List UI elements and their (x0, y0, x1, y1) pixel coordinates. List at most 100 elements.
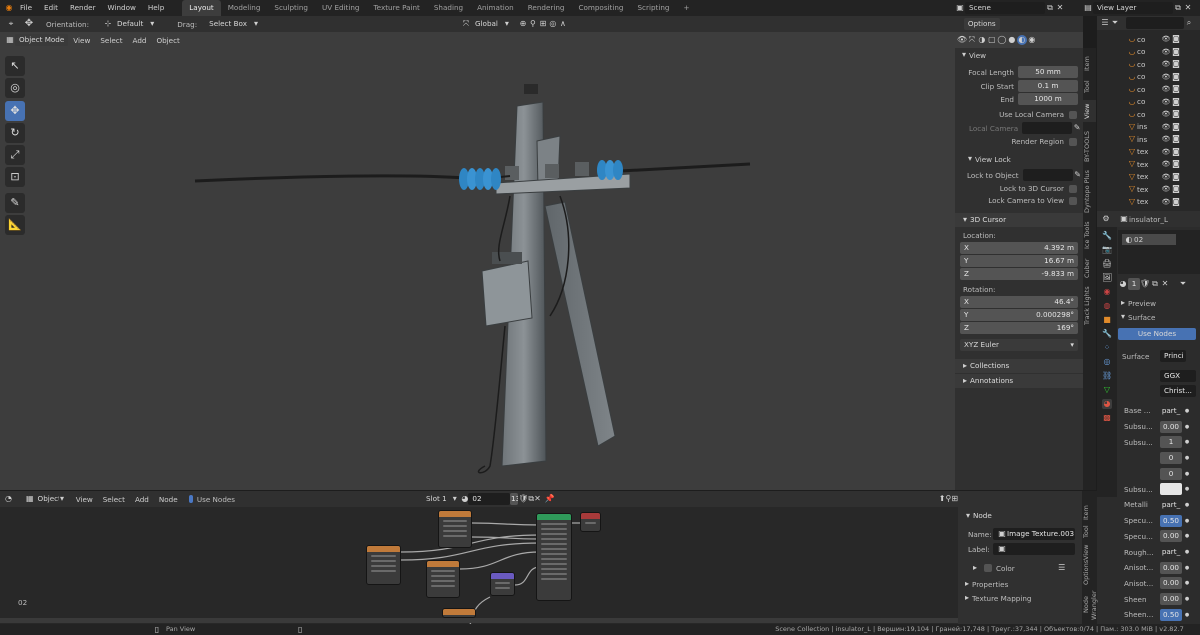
outliner-search-input[interactable] (1126, 17, 1184, 29)
physics-tab-icon[interactable]: ◎ (1102, 357, 1112, 367)
npanel-tab-dyntopo-plus[interactable]: Dyntopo Plus (1083, 170, 1096, 214)
use-nodes-button[interactable]: Use Nodes (1118, 328, 1196, 340)
npanel-tab-track-lights[interactable]: Track Lights (1083, 284, 1096, 328)
outliner[interactable]: ☰ ⏷ ⌕ ◡ co 👁 ◙ ◡ co 👁 ◙ ◡ co 👁 ◙ ◡ co 👁 ◙ ◡ co 👁 ◙ ◡ co 👁 ◙ ◡ co 👁… (1097, 16, 1200, 211)
visibility-eye-icon[interactable]: 👁 (1161, 34, 1171, 44)
scene-tab-icon[interactable]: ◉ (1102, 287, 1112, 297)
tab-compositing[interactable]: Compositing (571, 0, 630, 16)
copy-material-icon[interactable]: ⧉ (1150, 279, 1160, 289)
lock-to-object-field[interactable] (1022, 169, 1073, 181)
tab-layout[interactable]: Layout (182, 0, 221, 16)
shader-input-field[interactable]: part_ (1160, 405, 1182, 417)
tab-texture-paint[interactable]: Texture Paint (366, 0, 426, 16)
distribution-dropdown[interactable]: GGX (1160, 370, 1196, 382)
shader-node-editor[interactable]: ◔ ▦ Object ▾ View Select Add Node Use No… (0, 491, 958, 624)
node-name-field[interactable]: ▣Image Texture.003 (993, 528, 1075, 540)
socket-link-icon[interactable]: ● (1182, 578, 1192, 588)
shader-input-field[interactable]: part_ (1160, 546, 1182, 558)
clip-start-field[interactable]: 0.1 m (1018, 80, 1078, 92)
npanel-tab-ice-tools[interactable]: Ice Tools (1083, 218, 1096, 252)
subsurface-method-dropdown[interactable]: Christ... (1160, 385, 1196, 397)
render-tab-icon[interactable]: 📷 (1102, 245, 1112, 255)
wireframe-shading-icon[interactable]: ◯ (997, 35, 1007, 45)
outliner-item[interactable]: ◡ co 👁 ◙ (1127, 96, 1200, 109)
outliner-item[interactable]: ◡ co 👁 ◙ (1127, 108, 1200, 121)
render-camera-icon[interactable]: ◙ (1171, 159, 1181, 169)
filter-icon[interactable]: ⏷ (1110, 18, 1120, 28)
constraints-tab-icon[interactable]: ⛓ (1102, 371, 1112, 381)
render-camera-icon[interactable]: ◙ (1171, 197, 1181, 207)
visibility-eye-icon[interactable]: 👁 (1161, 84, 1171, 94)
shader-input-field[interactable]: 0.50 (1160, 608, 1182, 621)
particles-tab-icon[interactable]: ⁘ (1102, 343, 1112, 353)
proportional-edit-icon[interactable]: ◎ (548, 19, 558, 29)
material-tab-icon[interactable]: ◕ (1102, 399, 1112, 409)
annotate-tool-icon[interactable]: ✎ (5, 193, 25, 213)
node-tab-view[interactable]: View (1082, 543, 1095, 561)
render-camera-icon[interactable]: ◙ (1171, 97, 1181, 107)
socket-link-icon[interactable]: ● (1182, 484, 1192, 494)
local-camera-field[interactable] (1022, 122, 1073, 134)
cursor-x-field[interactable]: X 4.392 m (960, 242, 1078, 254)
render-camera-icon[interactable]: ◙ (1171, 109, 1181, 119)
xray-icon[interactable]: ▢ (987, 35, 997, 45)
blender-logo-icon[interactable]: ◉ (4, 3, 14, 13)
shader-input-field[interactable]: 0.00 (1160, 561, 1182, 574)
chevron-right-icon[interactable]: ▸ (970, 563, 980, 573)
list-icon[interactable]: ☰ (1057, 563, 1067, 573)
transform-tool-icon[interactable]: ⊡ (5, 167, 25, 187)
tab-scripting[interactable]: Scripting (631, 0, 677, 16)
tab-rendering[interactable]: Rendering (521, 0, 572, 16)
delete-view-layer-icon[interactable]: ✕ (1183, 3, 1193, 13)
snap-icon[interactable]: ⚲ (528, 19, 538, 29)
editor-type-icon[interactable]: ⌖ (6, 19, 16, 29)
surface-shader-field[interactable]: Princi (1160, 350, 1186, 362)
tool-tab-icon[interactable]: 🔧 (1102, 231, 1112, 241)
outliner-item[interactable]: ◡ co 👁 ◙ (1127, 71, 1200, 84)
render-camera-icon[interactable]: ◙ (1171, 147, 1181, 157)
outliner-item[interactable]: ◡ co 👁 ◙ (1127, 33, 1200, 46)
menu-view[interactable]: View (68, 36, 95, 45)
outliner-item[interactable]: ◡ co 👁 ◙ (1127, 58, 1200, 71)
socket-link-icon[interactable]: ● (1182, 406, 1192, 416)
drag-dropdown[interactable]: Select Box (205, 18, 251, 30)
use-local-camera-checkbox[interactable] (1069, 110, 1077, 119)
search-icon[interactable]: ⌕ (1184, 18, 1194, 28)
shader-input-field[interactable]: 0 (1160, 451, 1182, 464)
render-camera-icon[interactable]: ◙ (1171, 34, 1181, 44)
preview-header[interactable]: ▸ Preview (1118, 298, 1200, 308)
socket-link-icon[interactable]: ● (1182, 422, 1192, 432)
menu-help[interactable]: Help (142, 0, 170, 16)
view-layer-tab-icon[interactable]: 🖼 (1102, 273, 1112, 283)
shader-input-field[interactable]: 0.00 (1160, 420, 1182, 433)
lock-camera-checkbox[interactable] (1069, 196, 1077, 205)
socket-link-icon[interactable]: ● (1182, 531, 1192, 541)
visibility-eye-icon[interactable]: 👁 (1161, 47, 1171, 57)
view-lock-header[interactable]: ▾ View Lock (955, 152, 1083, 166)
properties-editor-icon[interactable]: ⚙ (1101, 214, 1111, 224)
surface-header[interactable]: ▾ Surface (1118, 312, 1200, 322)
npanel-tab-view[interactable]: View (1083, 100, 1096, 122)
object-mode-dropdown[interactable]: Object Mode (15, 34, 69, 46)
node-tab-tool[interactable]: Tool (1082, 524, 1095, 540)
render-camera-icon[interactable]: ◙ (1171, 172, 1181, 182)
world-tab-icon[interactable]: ◍ (1102, 301, 1112, 311)
render-camera-icon[interactable]: ◙ (1171, 122, 1181, 132)
visibility-eye-icon[interactable]: 👁 (1161, 72, 1171, 82)
socket-link-icon[interactable]: ● (1182, 516, 1192, 526)
select-tool-icon[interactable]: ↖ (5, 56, 25, 76)
socket-link-icon[interactable]: ● (1182, 469, 1192, 479)
visibility-eye-icon[interactable]: 👁 (1161, 59, 1171, 69)
shader-input-field[interactable]: 0.00 (1160, 530, 1182, 543)
texture-mapping-header[interactable]: ▸ Texture Mapping (958, 593, 1082, 603)
visibility-eye-icon[interactable]: 👁 (1161, 109, 1171, 119)
rendered-shading-icon[interactable]: ◉ (1027, 35, 1037, 45)
falloff-icon[interactable]: ∧ (558, 19, 568, 29)
link-icon[interactable]: ⏷ (1178, 279, 1188, 289)
node-menu-node[interactable]: Node (154, 495, 183, 504)
render-camera-icon[interactable]: ◙ (1171, 184, 1181, 194)
shader-input-field[interactable]: 0 (1160, 467, 1182, 480)
delete-scene-icon[interactable]: ✕ (1055, 3, 1065, 13)
data-tab-icon[interactable]: ▽ (1102, 385, 1112, 395)
menu-object[interactable]: Object (151, 36, 184, 45)
